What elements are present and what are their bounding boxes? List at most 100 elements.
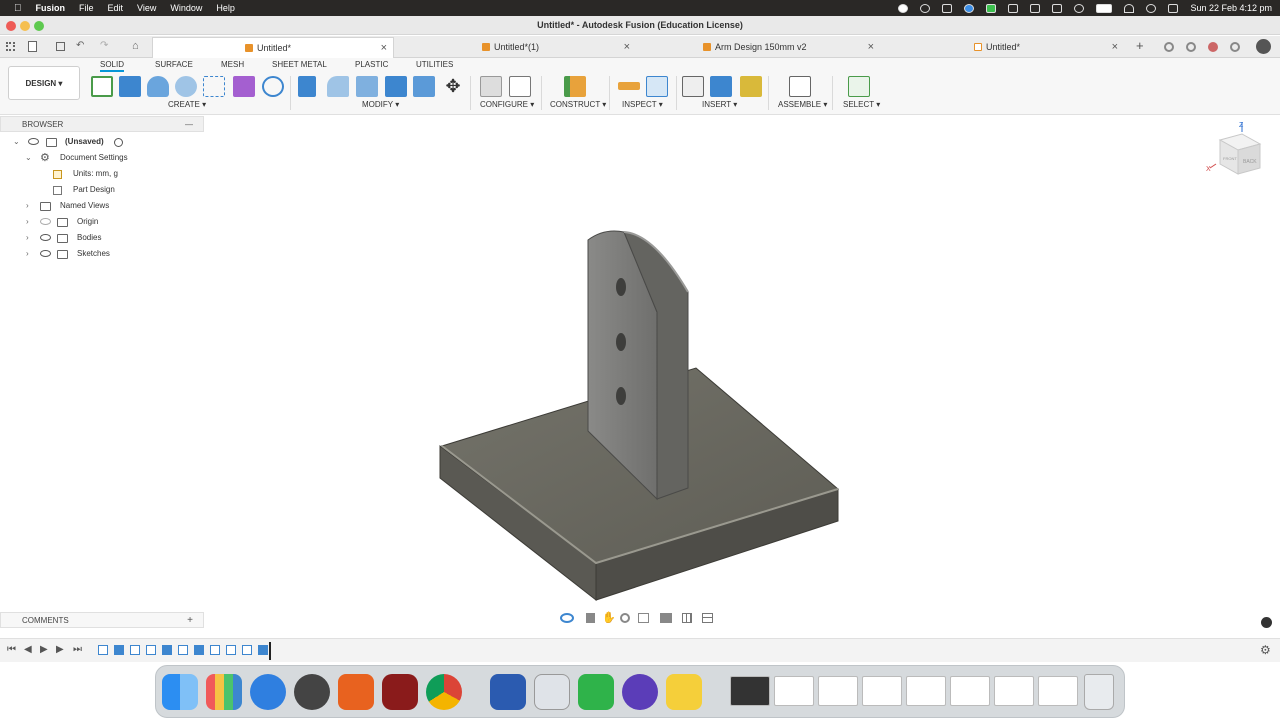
fusion-app-icon[interactable] [338, 674, 374, 710]
offset-plane-icon[interactable] [564, 76, 586, 97]
timeline-feature-sketch[interactable] [226, 645, 236, 655]
timeline-feature-extrude[interactable] [114, 645, 124, 655]
user-avatar[interactable] [1256, 39, 1271, 54]
viewcube-front-face[interactable]: FRONT [1223, 156, 1237, 161]
select-icon[interactable] [848, 76, 870, 97]
press-pull-icon[interactable] [298, 76, 316, 97]
job-status-icon[interactable] [1186, 42, 1196, 52]
menu-view[interactable]: View [137, 3, 156, 13]
window-thumbnail[interactable] [818, 676, 858, 706]
tab-untitled-drawing[interactable]: Untitled* × [880, 37, 1124, 58]
assemble-menu[interactable]: ASSEMBLE ▾ [778, 100, 827, 109]
mail-icon[interactable] [250, 674, 286, 710]
display-icon[interactable] [1052, 3, 1063, 13]
look-at-icon[interactable] [586, 613, 595, 623]
tab-sheet-metal[interactable]: SHEET METAL [272, 60, 327, 69]
extensions-icon[interactable] [1164, 42, 1174, 52]
browser-item-document-settings[interactable]: ⌄ ⚙ Document Settings [0, 150, 204, 166]
visibility-eye-icon[interactable] [28, 138, 39, 145]
move-copy-icon[interactable]: ✥ [442, 76, 464, 97]
word-icon[interactable] [490, 674, 526, 710]
timeline-go-to-end-icon[interactable]: ⏭ [73, 644, 82, 655]
combine-icon[interactable] [413, 76, 435, 97]
redo-icon[interactable]: ↷ [100, 40, 108, 51]
hole-icon[interactable] [175, 76, 197, 97]
tab-arm-design[interactable]: Arm Design 150mm v2 × [636, 37, 880, 58]
viewports-icon[interactable] [702, 613, 713, 623]
battery-icon[interactable] [1096, 3, 1113, 13]
model-render[interactable] [204, 116, 1280, 616]
extrude-icon[interactable] [119, 76, 141, 97]
browser-item-bodies[interactable]: › Bodies [0, 230, 204, 246]
derive-icon[interactable] [262, 76, 284, 97]
record-icon[interactable] [898, 3, 909, 13]
chevron-right-icon[interactable]: › [26, 246, 29, 262]
trash-icon[interactable] [1084, 674, 1114, 710]
window-thumbnail[interactable] [730, 676, 770, 706]
measure-icon[interactable] [618, 82, 640, 90]
spotlight-search-icon[interactable] [1146, 3, 1157, 13]
shell-icon[interactable] [385, 76, 407, 97]
save-icon[interactable] [56, 42, 65, 51]
chrome-icon[interactable] [426, 674, 462, 710]
revolve-icon[interactable] [147, 76, 169, 97]
comments-panel[interactable]: COMMENTS + [0, 612, 204, 628]
apple-icon[interactable]:  [14, 3, 22, 14]
browser-header[interactable]: BROWSER — [0, 116, 204, 132]
numbers-icon[interactable] [578, 674, 614, 710]
chrome-status-icon[interactable] [964, 3, 975, 13]
activate-radio-icon[interactable] [114, 138, 123, 147]
plus-status-icon[interactable] [1008, 3, 1019, 13]
workspace-switcher[interactable]: DESIGN ▾ [8, 66, 80, 100]
window-thumbnail[interactable] [774, 676, 814, 706]
tab-plastic[interactable]: PLASTIC [355, 60, 388, 69]
zoom-window-button[interactable] [34, 21, 44, 31]
green-status-icon[interactable] [986, 3, 997, 13]
window-thumbnail[interactable] [950, 676, 990, 706]
insert-mcmaster-icon[interactable] [740, 76, 762, 97]
browser-root[interactable]: ⌄ (Unsaved) [0, 134, 204, 150]
minimize-window-button[interactable] [20, 21, 30, 31]
launchpad-icon[interactable] [206, 674, 242, 710]
window-thumbnail[interactable] [994, 676, 1034, 706]
browser-item-sketches[interactable]: › Sketches [0, 246, 204, 262]
timeline-marker[interactable] [269, 642, 271, 660]
tab-untitled[interactable]: Untitled* × [152, 37, 394, 58]
chevron-right-icon[interactable]: › [26, 230, 29, 246]
app-grid-icon[interactable] [6, 42, 15, 51]
fillet-icon[interactable] [327, 76, 349, 97]
timeline-feature-sketch[interactable] [130, 645, 140, 655]
hidden-eye-icon[interactable] [40, 218, 51, 225]
collapse-panel-icon[interactable]: — [185, 117, 193, 132]
close-tab-icon[interactable]: × [381, 38, 387, 59]
tips-icon[interactable] [666, 674, 702, 710]
timeline-feature-fillet[interactable] [146, 645, 156, 655]
inventor-icon[interactable] [382, 674, 418, 710]
tab-utilities[interactable]: UTILITIES [416, 60, 453, 69]
timeline-step-forward-icon[interactable]: ▶ [56, 644, 64, 655]
insert-menu[interactable]: INSERT ▾ [702, 100, 737, 109]
create-form-icon[interactable] [233, 76, 255, 97]
configuration-table-icon[interactable] [509, 76, 531, 97]
timeline-settings-gear-icon[interactable]: ⚙ [1260, 643, 1271, 657]
timeline-play-icon[interactable]: ▶ [40, 644, 48, 655]
home-icon[interactable]: ⌂ [132, 40, 139, 52]
grid-settings-icon[interactable] [682, 613, 692, 623]
configure-menu[interactable]: CONFIGURE ▾ [480, 100, 534, 109]
timeline-feature-fillet[interactable] [242, 645, 252, 655]
tab-surface[interactable]: SURFACE [155, 60, 193, 69]
3d-viewport[interactable] [204, 116, 1280, 616]
chevron-down-icon[interactable]: ⌄ [13, 134, 20, 150]
create-menu[interactable]: CREATE ▾ [168, 100, 206, 109]
window-icon[interactable] [1030, 3, 1041, 13]
mounting-hole[interactable] [616, 333, 626, 351]
timeline-step-back-icon[interactable]: ◀ [24, 644, 32, 655]
add-comment-icon[interactable]: + [187, 613, 193, 628]
insert-derive-icon[interactable] [682, 76, 704, 97]
insert-image-icon[interactable] [710, 76, 732, 97]
interference-icon[interactable] [646, 76, 668, 97]
create-sketch-icon[interactable] [91, 76, 113, 97]
menu-window[interactable]: Window [170, 3, 202, 13]
new-tab-icon[interactable]: + [1136, 38, 1144, 53]
viewcube-back-face[interactable]: BACK [1243, 159, 1257, 165]
